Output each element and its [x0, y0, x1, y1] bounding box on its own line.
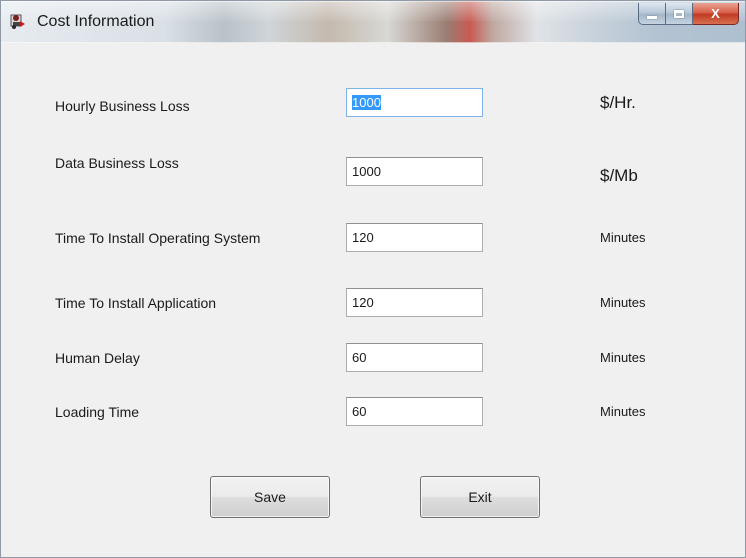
- maximize-button[interactable]: [666, 3, 693, 25]
- app-icon: [10, 14, 25, 29]
- maximize-icon: [674, 9, 684, 18]
- minimize-icon: [647, 15, 657, 19]
- exit-button[interactable]: Exit: [420, 476, 540, 518]
- app-install-time-label: Time To Install Application: [55, 295, 217, 311]
- app-install-time-input[interactable]: [346, 288, 483, 317]
- data-business-loss-unit: $/Mb: [600, 166, 638, 185]
- os-install-time-unit: Minutes: [600, 230, 646, 245]
- data-business-loss-input[interactable]: [346, 157, 483, 186]
- loading-time-unit: Minutes: [600, 404, 646, 419]
- save-button[interactable]: Save: [210, 476, 330, 518]
- loading-time-input[interactable]: [346, 397, 483, 426]
- loading-time-label: Loading Time: [55, 404, 140, 420]
- window-title: Cost Information: [37, 13, 155, 30]
- hourly-business-loss-value: 1000: [352, 95, 381, 110]
- caption-buttons: X: [638, 3, 739, 27]
- hourly-business-loss-input[interactable]: 1000: [346, 88, 483, 117]
- close-button[interactable]: X: [693, 3, 739, 25]
- human-delay-label: Human Delay: [55, 350, 140, 366]
- os-install-time-label: Time To Install Operating System: [55, 230, 261, 246]
- app-install-time-unit: Minutes: [600, 295, 646, 310]
- cost-information-window: Cost Information X Hourly Business Loss …: [0, 0, 746, 558]
- human-delay-input[interactable]: [346, 343, 483, 372]
- minimize-button[interactable]: [638, 3, 666, 25]
- data-business-loss-label: Data Business Loss: [55, 155, 179, 171]
- human-delay-unit: Minutes: [600, 350, 646, 365]
- close-icon: X: [711, 6, 720, 21]
- os-install-time-input[interactable]: [346, 223, 483, 252]
- title-bar[interactable]: Cost Information X: [1, 1, 745, 43]
- hourly-business-loss-unit: $/Hr.: [600, 93, 636, 112]
- hourly-business-loss-label: Hourly Business Loss: [55, 98, 190, 114]
